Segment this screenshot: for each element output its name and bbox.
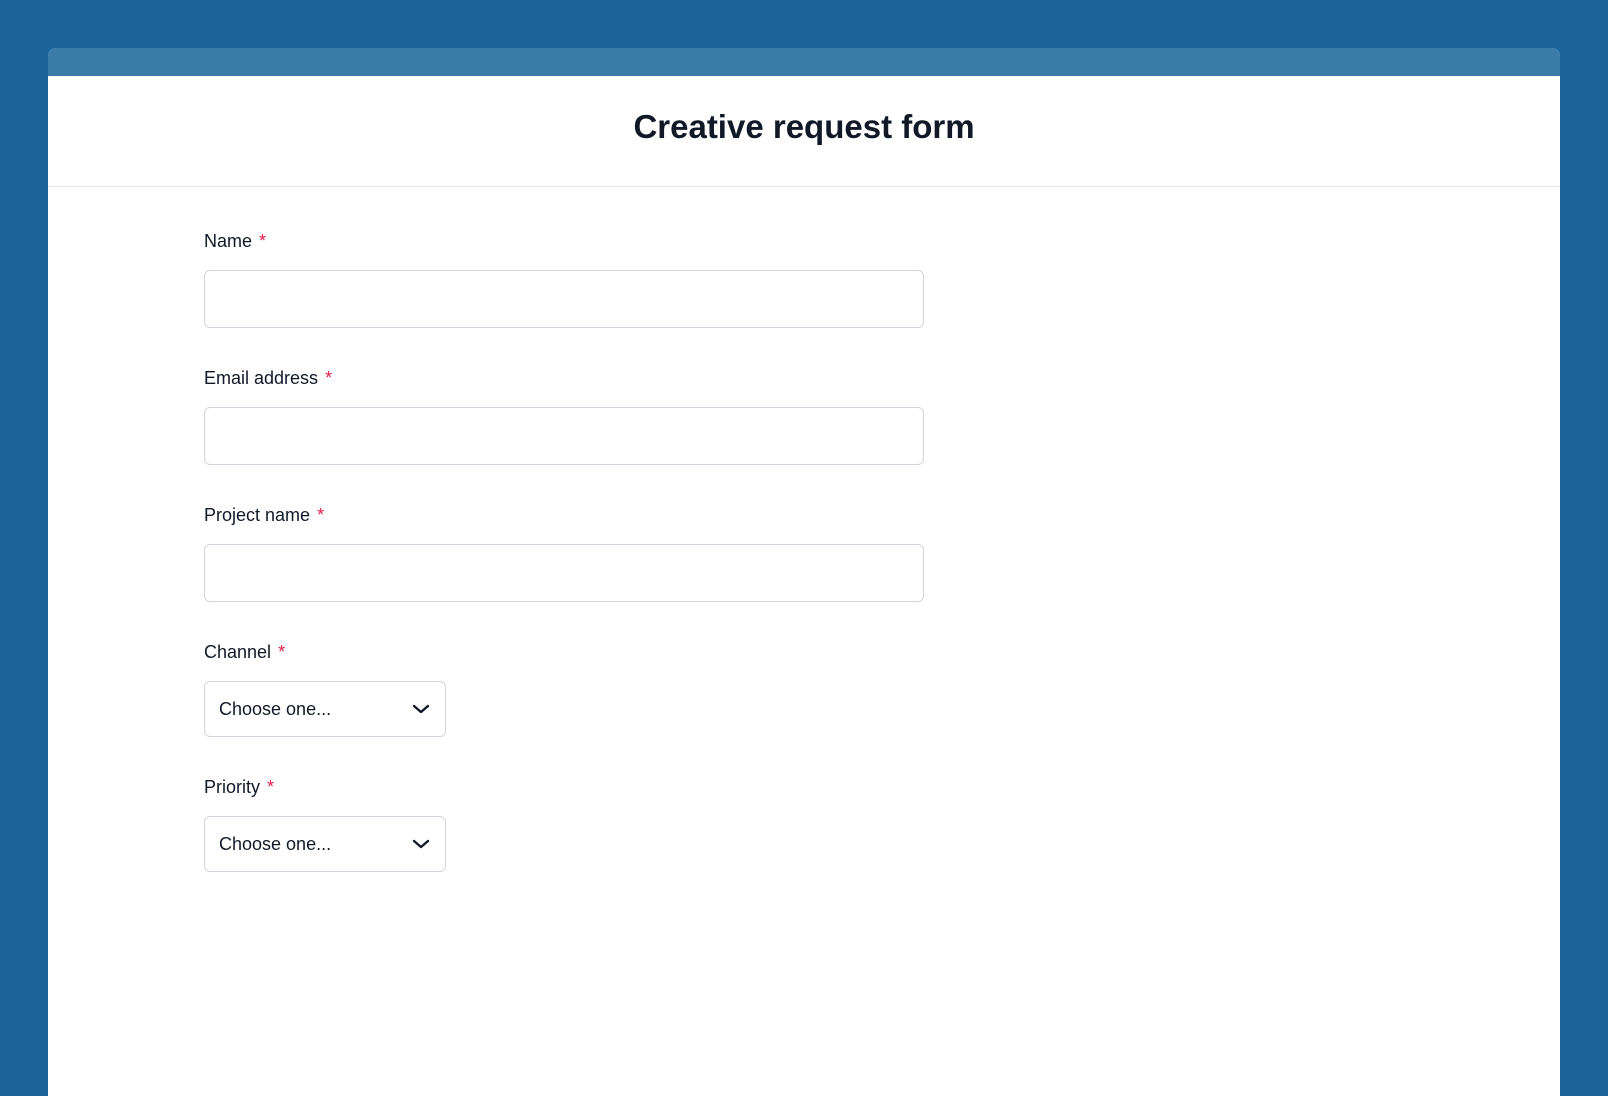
label-email-text: Email address: [204, 368, 318, 388]
card-accent-bar: [48, 48, 1560, 76]
field-project-name: Project name *: [204, 505, 924, 602]
required-asterisk: *: [267, 777, 274, 797]
priority-select-wrap: Choose one...: [204, 816, 446, 872]
priority-select[interactable]: Choose one...: [204, 816, 446, 872]
label-priority: Priority *: [204, 777, 924, 798]
channel-select-wrap: Choose one...: [204, 681, 446, 737]
label-channel-text: Channel: [204, 642, 271, 662]
label-name: Name *: [204, 231, 924, 252]
name-input[interactable]: [204, 270, 924, 328]
required-asterisk: *: [259, 231, 266, 251]
required-asterisk: *: [317, 505, 324, 525]
label-name-text: Name: [204, 231, 252, 251]
label-project-name-text: Project name: [204, 505, 310, 525]
email-input[interactable]: [204, 407, 924, 465]
field-priority: Priority * Choose one...: [204, 777, 924, 872]
field-channel: Channel * Choose one...: [204, 642, 924, 737]
label-email: Email address *: [204, 368, 924, 389]
channel-select[interactable]: Choose one...: [204, 681, 446, 737]
field-email: Email address *: [204, 368, 924, 465]
form-inner: Name * Email address * Project name *: [204, 231, 924, 872]
field-name: Name *: [204, 231, 924, 328]
project-name-input[interactable]: [204, 544, 924, 602]
label-project-name: Project name *: [204, 505, 924, 526]
form-card: Creative request form Name * Email addre…: [48, 48, 1560, 1096]
label-channel: Channel *: [204, 642, 924, 663]
form-body: Name * Email address * Project name *: [48, 187, 1560, 932]
label-priority-text: Priority: [204, 777, 260, 797]
form-header: Creative request form: [48, 76, 1560, 187]
required-asterisk: *: [325, 368, 332, 388]
form-title: Creative request form: [68, 108, 1540, 146]
required-asterisk: *: [278, 642, 285, 662]
